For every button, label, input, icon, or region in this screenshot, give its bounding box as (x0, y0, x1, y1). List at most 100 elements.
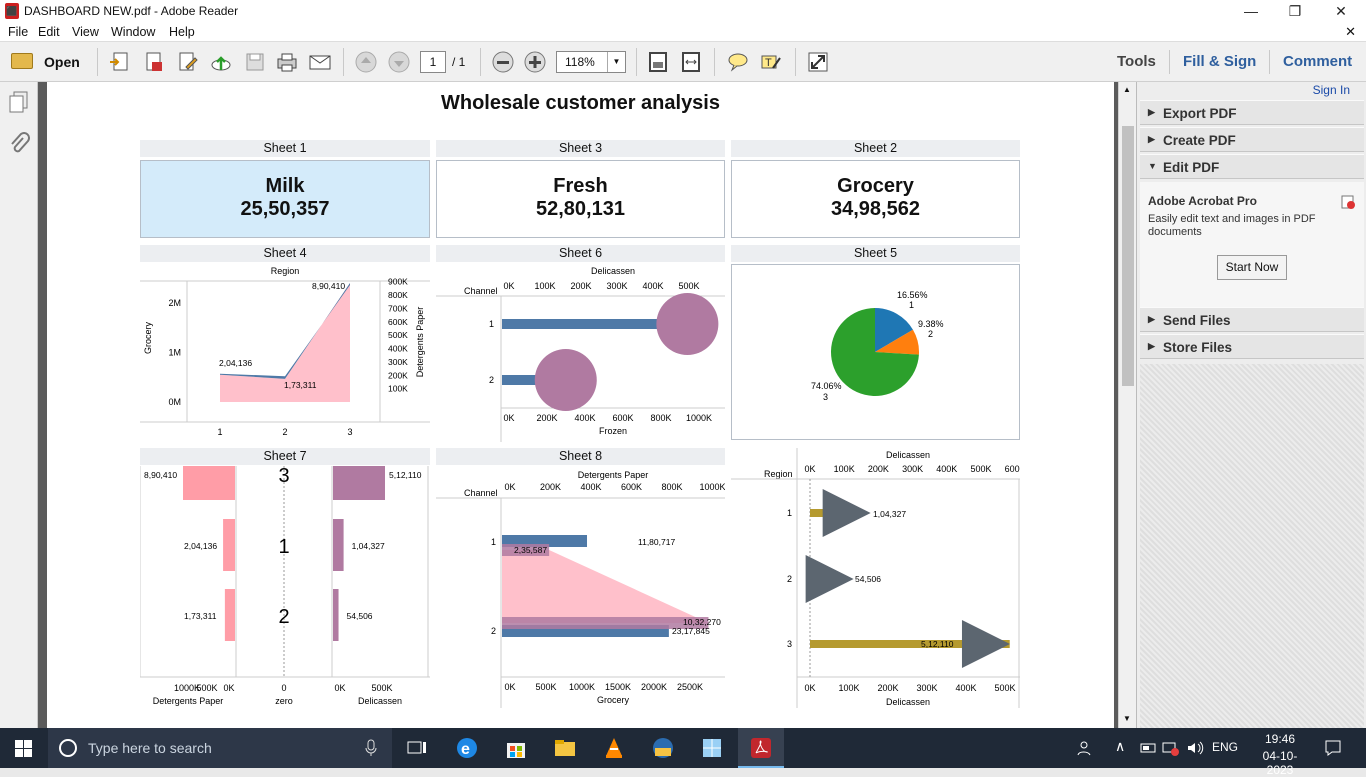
chevron-right-icon: ▶ (1148, 134, 1155, 144)
store-files-section[interactable]: ▶ Store Files (1140, 334, 1364, 359)
comment-link[interactable]: Comment (1283, 53, 1352, 70)
y2-tick-label: 200K (388, 370, 408, 380)
previous-page-icon[interactable] (354, 50, 378, 74)
kpi-label: Fresh (553, 175, 608, 197)
task-view-icon[interactable] (405, 736, 429, 760)
data-label: 1,04,327 (352, 541, 385, 551)
create-pdf-section[interactable]: ▶ Create PDF (1140, 127, 1364, 152)
fit-page-icon[interactable] (646, 50, 670, 74)
top-tick-label: 400K (642, 281, 663, 291)
x-axis-label: Delicassen (886, 697, 930, 707)
export-pdf-section[interactable]: ▶ Export PDF (1140, 100, 1364, 125)
taskbar-search-box[interactable]: Type here to search (48, 728, 392, 768)
close-document-button[interactable]: ✕ (1345, 24, 1356, 40)
create-pdf-icon[interactable] (108, 50, 132, 74)
send-files-section[interactable]: ▶ Send Files (1140, 307, 1364, 332)
bottom-tick-label: 0K (503, 413, 514, 423)
data-label: 2,04,136 (184, 541, 217, 551)
divider (1269, 50, 1270, 74)
top-tick-label: 300K (606, 281, 627, 291)
scroll-up-icon[interactable]: ▲ (1123, 85, 1131, 94)
bottom-tick-label: 1500K (605, 682, 631, 692)
edge-browser-icon[interactable]: e (455, 736, 479, 760)
people-icon[interactable] (1077, 740, 1095, 756)
battery-icon[interactable] (1140, 740, 1158, 756)
notifications-icon[interactable] (1324, 739, 1342, 757)
chevron-right-icon: ▶ (1148, 107, 1155, 117)
bottom-tick-label: 2000K (641, 682, 667, 692)
language-indicator[interactable]: ENG (1212, 740, 1238, 754)
volume-icon[interactable] (1186, 740, 1204, 756)
microsoft-store-icon[interactable] (504, 736, 528, 760)
snipping-tool-icon[interactable] (700, 736, 724, 760)
divider (480, 48, 481, 76)
attachments-paperclip-icon[interactable] (8, 132, 30, 156)
top-tick-label: 200K (540, 482, 561, 492)
top-tick-label: 600K (621, 482, 642, 492)
zoom-level-select[interactable]: 118% ▼ (556, 51, 626, 73)
top-tick-label: 200K (570, 281, 591, 291)
close-button[interactable]: ✕ (1318, 1, 1364, 21)
highlight-text-icon[interactable]: T (759, 50, 783, 74)
windows-start-icon[interactable] (15, 740, 32, 757)
kpi-value: 25,50,357 (240, 198, 330, 220)
combine-files-icon[interactable] (142, 50, 166, 74)
print-icon[interactable] (275, 50, 299, 74)
zoom-out-icon[interactable] (491, 50, 515, 74)
category-label: 1 (489, 319, 494, 329)
show-hidden-icons-chevron[interactable]: ∧ (1115, 738, 1125, 755)
vlc-player-icon[interactable] (602, 736, 626, 760)
scroll-down-icon[interactable]: ▼ (1123, 714, 1131, 723)
chevron-down-icon[interactable]: ▼ (607, 52, 625, 72)
top-tick-label: 0K (504, 482, 515, 492)
zoom-in-icon[interactable] (523, 50, 547, 74)
minimize-button[interactable]: — (1228, 1, 1274, 21)
file-explorer-icon[interactable] (553, 736, 577, 760)
microphone-icon[interactable] (364, 739, 378, 757)
fullscreen-icon[interactable] (806, 50, 830, 74)
section-label: Edit PDF (1163, 160, 1220, 175)
next-page-icon[interactable] (387, 50, 411, 74)
comment-bubble-icon[interactable] (726, 50, 750, 74)
open-button[interactable]: Open (8, 50, 80, 74)
title-bar: ⬛ DASHBOARD NEW.pdf - Adobe Reader — ❐ ✕ (0, 0, 1366, 22)
restore-button[interactable]: ❐ (1272, 1, 1318, 21)
kpi-label: Milk (265, 175, 305, 197)
fit-width-icon[interactable] (679, 50, 703, 74)
pages-thumbnail-icon[interactable] (8, 90, 30, 114)
edit-document-icon[interactable] (176, 50, 200, 74)
sign-in-link[interactable]: Sign In (1313, 83, 1350, 97)
search-placeholder: Type here to search (88, 740, 212, 756)
sheet8-header: Sheet 8 (436, 448, 725, 465)
top-tick-label: 200K (868, 464, 889, 474)
tools-link[interactable]: Tools (1117, 53, 1156, 70)
edit-pdf-section[interactable]: ▼ Edit PDF (1140, 154, 1364, 179)
clock-time[interactable]: 19:46 (1250, 732, 1310, 746)
scrollbar-thumb[interactable] (1122, 126, 1134, 386)
data-label: 23,17,845 (672, 626, 710, 636)
section-label: Send Files (1163, 313, 1231, 328)
upload-cloud-icon[interactable] (209, 50, 233, 74)
vertical-scrollbar[interactable]: ▲ ▼ (1118, 82, 1136, 728)
taskbar-adobe-reader[interactable] (738, 728, 784, 768)
y2-axis-label: Detergents Paper (415, 307, 425, 378)
email-icon[interactable] (308, 50, 332, 74)
mid-axis-label: zero (275, 696, 293, 706)
x-axis-label: Grocery (597, 695, 630, 705)
menu-help[interactable]: Help (169, 25, 195, 39)
bottom-ticks: 0K 200K 400K 600K 800K 1000K (503, 413, 712, 423)
fill-sign-link[interactable]: Fill & Sign (1183, 53, 1256, 70)
sheet6-header: Sheet 6 (436, 245, 725, 262)
data-label: 54,506 (347, 611, 373, 621)
menu-window[interactable]: Window (111, 25, 155, 39)
menu-edit[interactable]: Edit (38, 25, 60, 39)
y-tick-label: 1M (168, 347, 181, 357)
network-disconnected-icon[interactable] (1162, 740, 1180, 756)
clock-date[interactable]: 04-10-2023 (1250, 749, 1310, 777)
page-number-input[interactable]: 1 (420, 51, 446, 73)
start-now-button[interactable]: Start Now (1217, 255, 1287, 280)
menu-file[interactable]: File (8, 25, 28, 39)
menu-view[interactable]: View (72, 25, 99, 39)
app-mk-icon[interactable] (651, 736, 675, 760)
save-icon[interactable] (243, 50, 267, 74)
